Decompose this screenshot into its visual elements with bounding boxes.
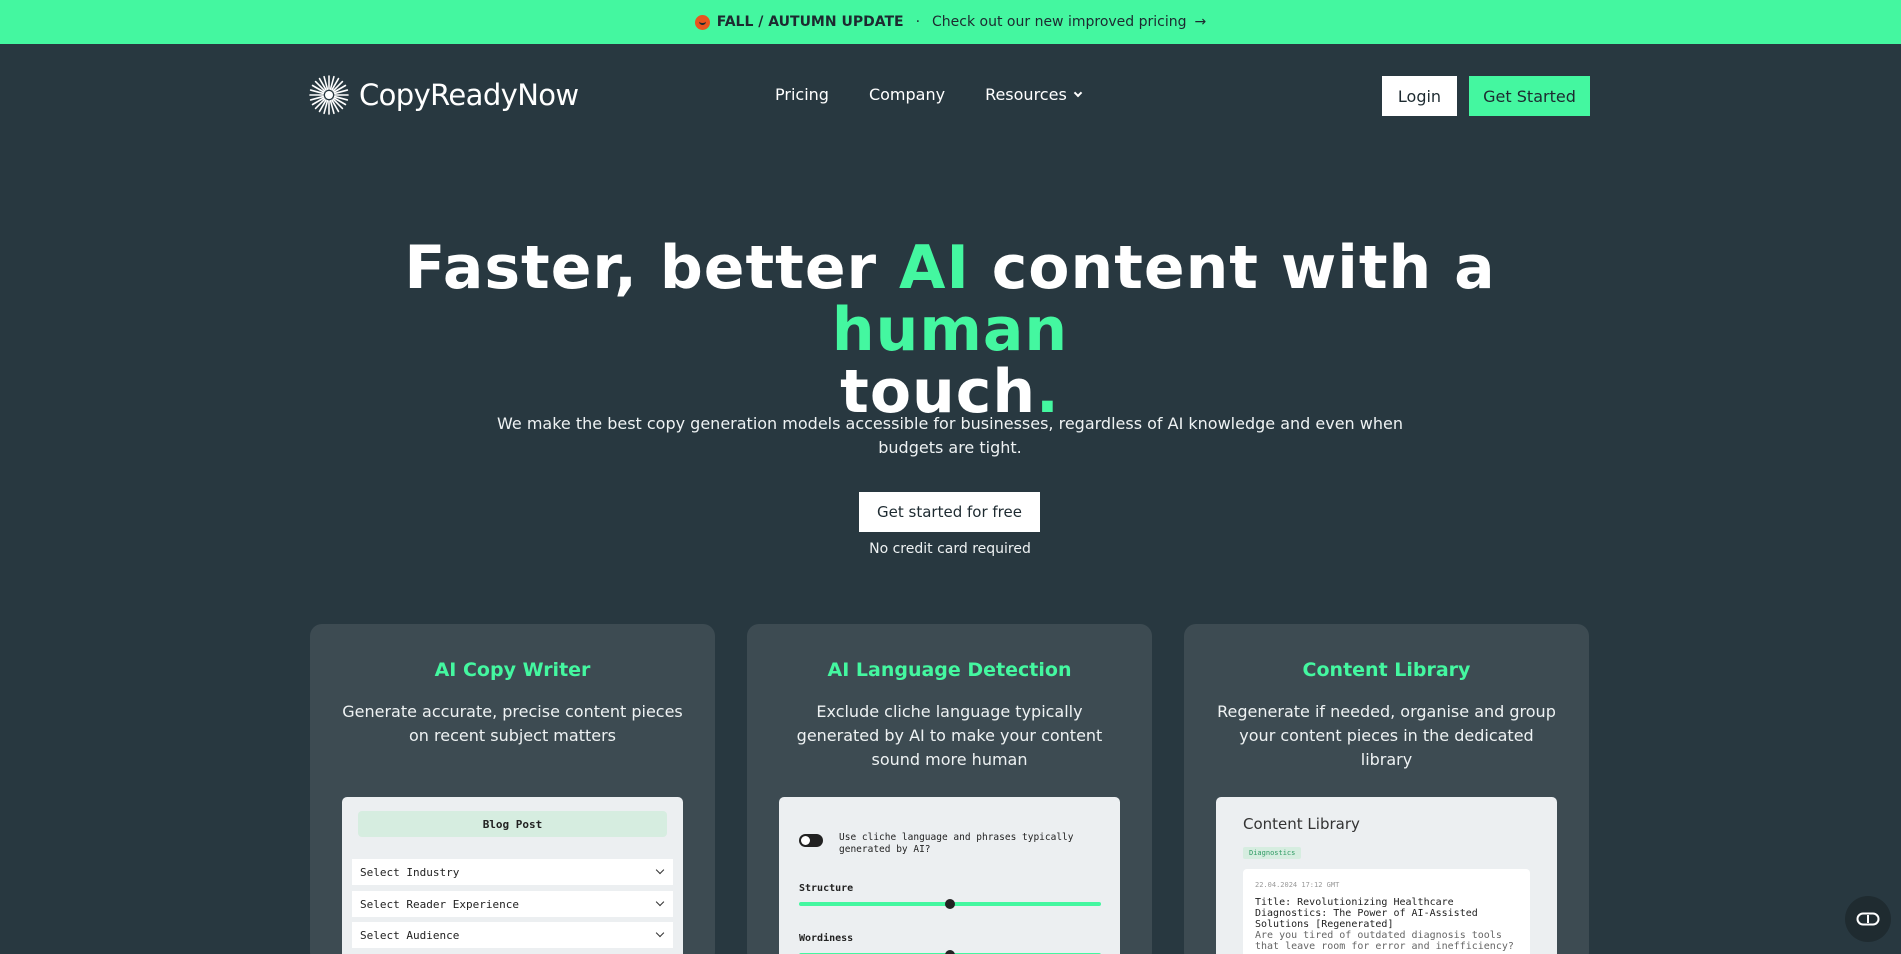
item-body: Are you tired of outdated diagnosis tool…: [1255, 930, 1514, 952]
select-industry[interactable]: Select Industry: [352, 859, 673, 885]
banner-message[interactable]: Check out our new improved pricing: [932, 14, 1186, 30]
card-description: Regenerate if needed, organise and group…: [1217, 702, 1556, 769]
brand-logo[interactable]: CopyReadyNow: [309, 75, 579, 115]
main-nav: Pricing Company Resources: [775, 85, 1083, 104]
hero-title-part: Faster, better: [404, 233, 900, 303]
banner-separator: ·: [915, 14, 921, 30]
get-started-free-button[interactable]: Get started for free: [859, 492, 1040, 532]
structure-slider[interactable]: [799, 899, 1101, 909]
pumpkin-icon: [694, 14, 710, 30]
cliche-toggle[interactable]: [799, 834, 823, 847]
chat-icon: [1856, 912, 1880, 926]
library-title: Content Library: [1243, 815, 1360, 833]
select-label: Select Industry: [360, 865, 460, 879]
card-title: AI Language Detection: [827, 659, 1072, 681]
banner-tag: FALL / AUTUMN UPDATE: [716, 14, 904, 30]
nav-item-pricing[interactable]: Pricing: [775, 85, 829, 104]
login-button[interactable]: Login: [1382, 76, 1457, 116]
language-settings-preview: Use cliche language and phrases typicall…: [779, 797, 1120, 954]
no-credit-card-note: No credit card required: [869, 541, 1031, 557]
chevron-down-icon: [1073, 88, 1083, 97]
item-title: Title: Revolutionizing Healthcare Diagno…: [1255, 897, 1478, 930]
announcement-banner[interactable]: FALL / AUTUMN UPDATE · Check out our new…: [0, 0, 1901, 44]
library-item[interactable]: 22.04.2024 17:12 GMT Title: Revolutioniz…: [1243, 869, 1530, 954]
site-header: CopyReadyNow Pricing Company Resources L…: [0, 44, 1901, 148]
select-label: Select Audience: [360, 928, 460, 942]
card-description: Exclude cliche language typically genera…: [796, 702, 1103, 769]
blog-post-header: Blog Post: [358, 811, 667, 837]
chat-widget-button[interactable]: [1845, 896, 1891, 942]
feature-card-language-detection: AI Language Detection Exclude cliche lan…: [747, 624, 1152, 954]
get-started-button[interactable]: Get Started: [1469, 76, 1590, 116]
category-badge[interactable]: Diagnostics: [1243, 847, 1302, 859]
feature-card-copy-writer: AI Copy Writer Generate accurate, precis…: [310, 624, 715, 954]
feature-card-content-library: Content Library Regenerate if needed, or…: [1184, 624, 1589, 954]
content-library-preview: Content Library Diagnostics 22.04.2024 1…: [1216, 797, 1557, 954]
brand-name: CopyReadyNow: [359, 78, 579, 112]
slider-handle[interactable]: [945, 950, 955, 954]
chevron-down-icon: [655, 897, 665, 907]
nav-item-resources-label: Resources: [985, 85, 1067, 104]
select-label: Select Reader Experience: [360, 897, 519, 911]
hero-title-ai: AI: [899, 233, 970, 303]
hero-title: Faster, better AI content with a human t…: [330, 237, 1570, 423]
cliche-toggle-label: Use cliche language and phrases typicall…: [839, 832, 1074, 855]
hero-title-human: human: [831, 295, 1069, 365]
nav-item-resources[interactable]: Resources: [985, 85, 1083, 104]
card-title: Content Library: [1302, 659, 1471, 681]
nav-item-company[interactable]: Company: [869, 85, 945, 104]
slider-handle[interactable]: [945, 899, 955, 909]
wordiness-label: Wordiness: [799, 933, 854, 944]
select-audience[interactable]: Select Audience: [352, 922, 673, 948]
arrow-right-icon: →: [1194, 14, 1207, 30]
item-date: 22.04.2024 17:12 GMT: [1255, 881, 1340, 889]
chevron-down-icon: [655, 865, 665, 875]
hero-subtitle: We make the best copy generation models …: [497, 414, 1403, 457]
card-description: Generate accurate, precise content piece…: [342, 702, 683, 745]
chevron-down-icon: [655, 928, 665, 938]
select-reader-experience[interactable]: Select Reader Experience: [352, 891, 673, 917]
hero-title-part: content with a: [969, 233, 1496, 303]
blog-post-form-preview: Blog Post Select Industry Select Reader …: [342, 797, 683, 954]
structure-label: Structure: [799, 883, 854, 894]
sunburst-logo-icon: [309, 75, 349, 115]
card-title: AI Copy Writer: [434, 659, 591, 681]
